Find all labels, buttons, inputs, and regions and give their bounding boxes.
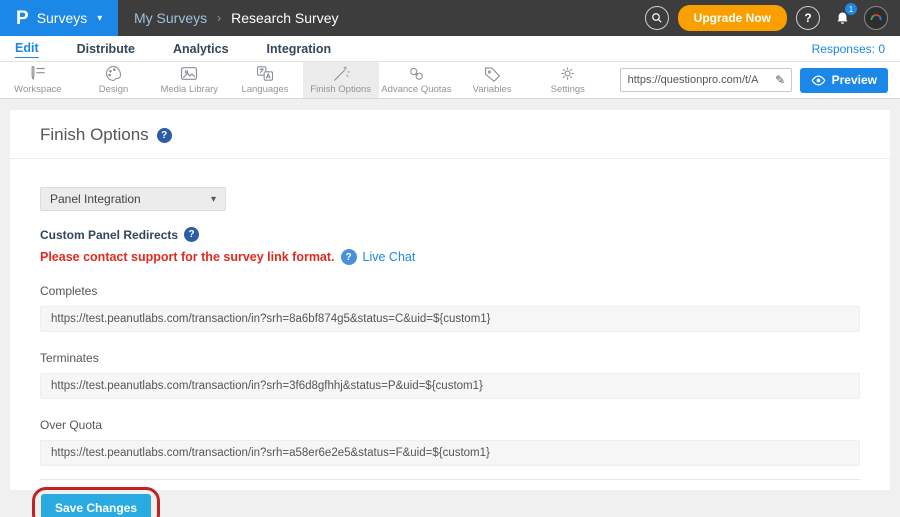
chevron-down-icon: ▾ (97, 13, 102, 24)
gear-icon (558, 65, 577, 82)
gauge-avatar-icon (868, 10, 884, 26)
toolbar-item-finish-options[interactable]: Finish Options (303, 62, 379, 98)
survey-url-group: ✎ (620, 62, 792, 98)
preview-button[interactable]: Preview (800, 68, 888, 93)
wand-icon (331, 65, 350, 82)
finish-options-help-icon[interactable]: ? (157, 128, 172, 143)
field-label: Terminates (40, 351, 860, 365)
workspace-icon (28, 65, 48, 82)
search-button[interactable] (645, 6, 669, 30)
live-chat-link[interactable]: Live Chat (363, 250, 416, 264)
preview-label: Preview (832, 73, 877, 87)
toolbar-item-settings[interactable]: Settings (530, 62, 606, 98)
completes-field: Completes (40, 284, 860, 332)
field-label: Over Quota (40, 418, 860, 432)
topbar: P Surveys ▾ My Surveys › Research Survey… (0, 0, 900, 36)
toolbar-item-languages[interactable]: Languages (227, 62, 303, 98)
breadcrumb-separator: › (217, 11, 221, 25)
image-icon (179, 65, 199, 82)
terminates-field: Terminates (40, 351, 860, 399)
toolbar-item-workspace[interactable]: Workspace (0, 62, 76, 98)
breadcrumb-my-surveys[interactable]: My Surveys (134, 10, 207, 26)
toolbar-item-variables[interactable]: Variables (454, 62, 530, 98)
field-label: Completes (40, 284, 860, 298)
avatar[interactable] (864, 6, 888, 30)
search-icon (651, 12, 663, 24)
dropdown-selected-value: Panel Integration (50, 192, 141, 206)
survey-url-input[interactable] (620, 68, 770, 92)
tab-analytics[interactable]: Analytics (173, 40, 229, 58)
section-label: Custom Panel Redirects (40, 228, 178, 242)
link-icon (407, 65, 426, 82)
edit-toolbar: Workspace Design Media Library Languages (0, 62, 900, 99)
product-name: Surveys (37, 10, 88, 26)
questionpro-logo-icon: P (16, 9, 29, 28)
chevron-down-icon: ▾ (211, 194, 216, 205)
translate-icon (255, 65, 275, 82)
toolbar-label: Settings (551, 84, 585, 95)
terminates-url-input[interactable] (40, 373, 860, 399)
app-window: P Surveys ▾ My Surveys › Research Survey… (0, 0, 900, 517)
tab-distribute[interactable]: Distribute (77, 40, 135, 58)
brand-menu[interactable]: P Surveys ▾ (0, 0, 118, 36)
tag-icon (483, 65, 502, 82)
notice-text: Please contact support for the survey li… (40, 250, 335, 264)
save-row: Save Changes (32, 487, 860, 517)
support-notice: Please contact support for the survey li… (40, 249, 860, 265)
toolbar-item-advance-quotas[interactable]: Advance Quotas (379, 62, 455, 98)
toolbar-item-design[interactable]: Design (76, 62, 152, 98)
tab-integration[interactable]: Integration (267, 40, 332, 58)
pencil-icon: ✎ (775, 73, 785, 87)
toolbar-label: Languages (241, 84, 288, 95)
toolbar-label: Media Library (160, 84, 218, 95)
main-nav: Edit Distribute Analytics Integration Re… (0, 36, 900, 62)
redirects-help-icon[interactable]: ? (184, 227, 199, 242)
over-quota-field: Over Quota (40, 418, 860, 466)
eye-icon (811, 75, 826, 86)
toolbar-label: Finish Options (310, 84, 371, 95)
toolbar-label: Advance Quotas (381, 84, 451, 95)
help-button[interactable]: ? (796, 6, 820, 30)
topbar-actions: Upgrade Now ? 1 (645, 0, 900, 36)
breadcrumb-current-survey: Research Survey (231, 10, 338, 26)
divider (40, 479, 860, 480)
upgrade-now-button[interactable]: Upgrade Now (678, 5, 787, 31)
toolbar-label: Design (99, 84, 129, 95)
toolbar-label: Workspace (14, 84, 61, 95)
toolbar-label: Variables (473, 84, 512, 95)
completes-url-input[interactable] (40, 306, 860, 332)
notifications-button[interactable]: 1 (829, 5, 855, 31)
breadcrumb: My Surveys › Research Survey (118, 0, 645, 36)
edit-url-button[interactable]: ✎ (770, 68, 792, 92)
page-title: Finish Options (40, 125, 149, 145)
finish-options-panel: Finish Options ? Panel Integration ▾ Cus… (10, 110, 890, 490)
tab-edit[interactable]: Edit (15, 39, 39, 58)
live-chat-icon[interactable]: ? (341, 249, 357, 265)
toolbar-item-media-library[interactable]: Media Library (151, 62, 227, 98)
panel-header: Finish Options ? (10, 110, 890, 159)
annotation-highlight: Save Changes (32, 487, 160, 517)
over-quota-url-input[interactable] (40, 440, 860, 466)
custom-panel-redirects-header: Custom Panel Redirects ? (40, 227, 860, 242)
panel-type-dropdown[interactable]: Panel Integration ▾ (40, 187, 226, 211)
palette-icon (104, 65, 123, 82)
responses-count: Responses: 0 (812, 42, 885, 56)
save-changes-button[interactable]: Save Changes (41, 494, 151, 517)
notification-badge: 1 (845, 3, 857, 15)
